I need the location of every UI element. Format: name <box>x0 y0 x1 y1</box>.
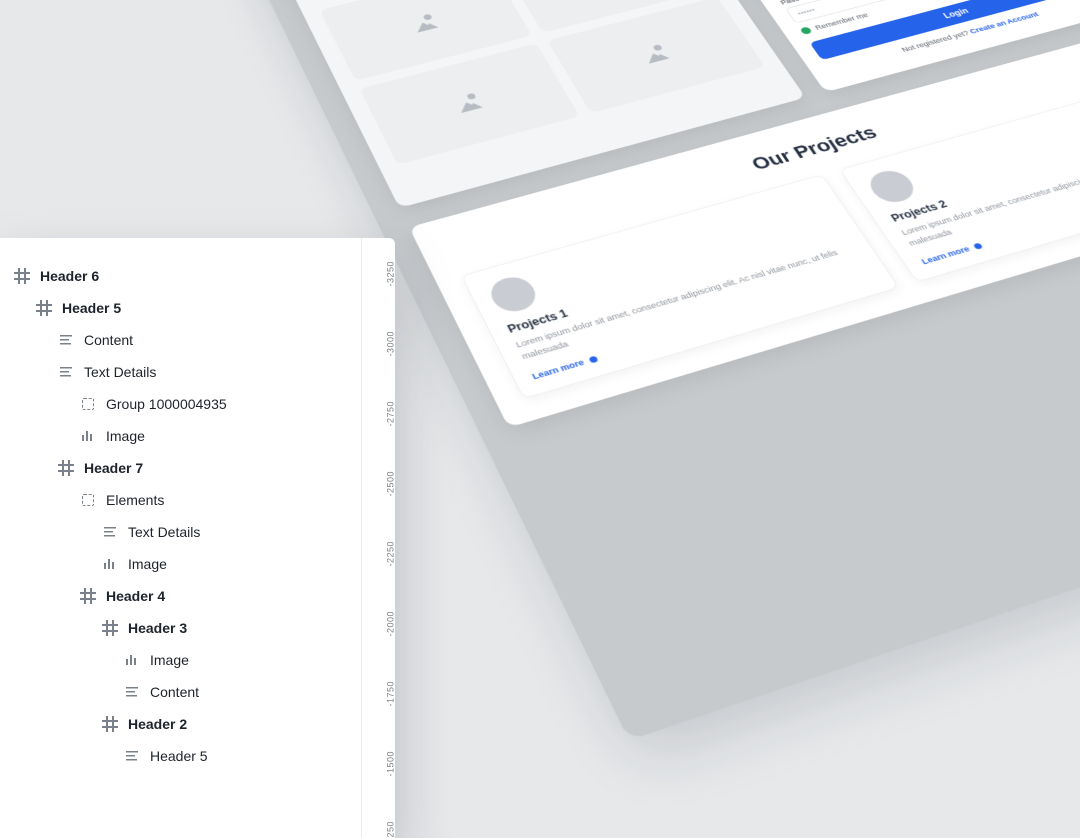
layer-label: Header 6 <box>40 268 99 284</box>
login-btn-label: Login <box>942 8 971 21</box>
layer-row[interactable]: Header 5 <box>28 292 345 324</box>
frame-icon <box>102 716 118 732</box>
lines-icon <box>124 748 140 764</box>
ruler-tick: -1500 <box>386 751 395 777</box>
layer-label: Elements <box>106 492 164 508</box>
password-placeholder: •••••• <box>796 7 817 18</box>
layer-row[interactable]: Header 3 <box>94 612 345 644</box>
avatar-placeholder <box>309 0 358 1</box>
group-icon <box>80 492 96 508</box>
layer-label: Image <box>106 428 145 444</box>
ruler-tick: -2750 <box>386 401 395 427</box>
layer-row[interactable]: Content <box>116 676 345 708</box>
arrow-icon <box>973 242 983 249</box>
frame-icon <box>14 268 30 284</box>
arrow-icon <box>588 355 598 363</box>
layer-row[interactable]: Elements <box>72 484 345 516</box>
layer-row[interactable]: Header 5 <box>116 740 345 772</box>
layer-label: Content <box>84 332 133 348</box>
image-icon <box>639 43 672 63</box>
layer-label: Header 5 <box>150 748 208 764</box>
layer-label: Image <box>128 556 167 572</box>
ruler-tick: -3000 <box>386 331 395 357</box>
ruler-tick: -1750 <box>386 681 395 707</box>
layer-row[interactable]: Content <box>50 324 345 356</box>
layer-row[interactable]: Header 6 <box>6 260 345 292</box>
check-icon <box>800 27 813 36</box>
layer-row[interactable]: Text Details <box>94 516 345 548</box>
image-icon <box>124 652 140 668</box>
layer-row[interactable]: Image <box>72 420 345 452</box>
avatar-placeholder <box>863 167 921 207</box>
layer-row[interactable]: Group 1000004935 <box>72 388 345 420</box>
vertical-ruler: -3250 -3000 -2750 -2500 -2250 -2000 -1750 -1500… <box>361 238 395 838</box>
layer-tree[interactable]: Header 6 Header 5 Content Text Details Group… <box>0 256 385 772</box>
layers-panel[interactable]: Header 6 Header 5 Content Text Details Group… <box>0 238 395 838</box>
project-card[interactable]: Projects 1 Lorem ipsum dolor sit amet, c… <box>461 174 900 399</box>
group-icon <box>80 396 96 412</box>
layer-label: Header 3 <box>128 620 187 636</box>
layer-label: Image <box>150 652 189 668</box>
layer-row[interactable]: Image <box>94 548 345 580</box>
layer-label: Header 4 <box>106 588 165 604</box>
frame-icon <box>80 588 96 604</box>
layer-label: Header 5 <box>62 300 121 316</box>
avatar-placeholder <box>485 273 542 316</box>
lines-icon <box>124 684 140 700</box>
lines-icon <box>102 524 118 540</box>
frame-icon <box>102 620 118 636</box>
layer-label: Text Details <box>84 364 156 380</box>
layer-row[interactable]: Header 2 <box>94 708 345 740</box>
frame-icon <box>36 300 52 316</box>
ruler-tick: -2000 <box>386 611 395 637</box>
layer-label: Header 2 <box>128 716 187 732</box>
layer-row[interactable]: Image <box>116 644 345 676</box>
ruler-tick: -2500 <box>386 471 395 497</box>
frame-icon <box>58 460 74 476</box>
project-desc: Lorem ipsum dolor sit amet, consectetur … <box>514 243 864 363</box>
lines-icon <box>58 332 74 348</box>
layer-label: Text Details <box>128 524 200 540</box>
ruler-tick: -1250 <box>386 821 395 838</box>
learn-label: Learn more <box>920 245 972 266</box>
layer-row[interactable]: Header 4 <box>72 580 345 612</box>
lines-icon <box>58 364 74 380</box>
ruler-tick: -2250 <box>386 541 395 567</box>
layer-label: Header 7 <box>84 460 143 476</box>
image-icon <box>80 428 96 444</box>
image-icon <box>102 556 118 572</box>
learn-label: Learn more <box>531 358 586 381</box>
ruler-tick: -3250 <box>386 261 395 287</box>
layer-row[interactable]: Header 7 <box>50 452 345 484</box>
layer-label: Content <box>150 684 199 700</box>
image-icon <box>453 92 486 113</box>
layer-row[interactable]: Text Details <box>50 356 345 388</box>
image-icon <box>409 13 440 33</box>
layer-label: Group 1000004935 <box>106 396 227 412</box>
